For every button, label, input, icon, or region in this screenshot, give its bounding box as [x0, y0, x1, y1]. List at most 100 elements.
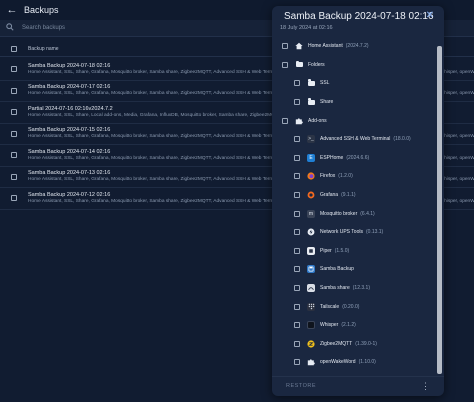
item-version: (0.13.1): [365, 229, 384, 236]
tree-item-home-assistant[interactable]: Home Assistant (2024.7.2): [282, 37, 434, 56]
tree-item-firefox[interactable]: Firefox (1.2.0): [282, 167, 434, 186]
row-checkbox[interactable]: [11, 130, 17, 137]
arrow-left-icon[interactable]: ←: [0, 4, 24, 16]
backup-details-dialog: Samba Backup 2024-07-18 02:16 ✕ 18 July …: [272, 6, 444, 396]
item-checkbox[interactable]: [294, 80, 300, 87]
item-name: Samba share: [320, 285, 350, 292]
item-name: Mosquitto broker: [320, 210, 358, 217]
item-version: (2024.6.6): [346, 154, 370, 161]
item-version: (18.0.0): [393, 136, 411, 143]
tree-item-samba-share[interactable]: Samba share (12.3.1): [282, 279, 434, 298]
item-checkbox[interactable]: [294, 359, 300, 366]
dialog-footer: RESTORE ⋮: [272, 376, 444, 396]
row-checkbox[interactable]: [11, 109, 17, 116]
dialog-scrollbar[interactable]: [437, 46, 442, 374]
item-name: Folders: [308, 61, 325, 68]
item-checkbox[interactable]: [294, 99, 300, 106]
tree-item-piper[interactable]: Piper (1.5.0): [282, 242, 434, 261]
tailscale-icon: [307, 302, 315, 311]
row-checkbox[interactable]: [11, 66, 17, 73]
search-icon: [6, 23, 16, 33]
item-version: (1.2.0): [338, 173, 353, 180]
item-checkbox[interactable]: [294, 322, 300, 329]
tree-item-grafana[interactable]: Grafana (9.1.1): [282, 186, 434, 205]
item-version: (2024.7.2): [345, 43, 369, 50]
item-checkbox[interactable]: [294, 136, 300, 143]
item-name: Grafana: [320, 192, 339, 199]
item-name: Samba Backup: [320, 266, 354, 273]
page-title: Backups: [24, 5, 59, 15]
item-checkbox[interactable]: [294, 340, 300, 347]
item-checkbox[interactable]: [282, 117, 288, 124]
item-checkbox[interactable]: [282, 61, 288, 68]
item-name: openWakeWord: [320, 359, 356, 366]
item-name: Home Assistant: [308, 43, 343, 50]
item-name: Add-ons: [308, 117, 327, 124]
folder-icon: [307, 79, 315, 87]
samba-share-icon: [307, 284, 315, 293]
item-checkbox[interactable]: [294, 192, 300, 199]
item-checkbox[interactable]: [294, 247, 300, 254]
item-name: Advanced SSH & Web Terminal: [320, 136, 391, 143]
search-input[interactable]: Search backups: [22, 25, 65, 31]
tree-item-add-ons[interactable]: Add-ons: [282, 111, 434, 130]
row-checkbox[interactable]: [11, 173, 17, 180]
tree-item-folders[interactable]: Folders: [282, 56, 434, 75]
tree-item-tailscale[interactable]: Tailscale (0.20.0): [282, 297, 434, 316]
tree-item-esphome[interactable]: E ESPHome (2024.6.6): [282, 149, 434, 168]
dialog-title: Samba Backup 2024-07-18 02:16: [284, 11, 434, 22]
row-checkbox[interactable]: [11, 87, 17, 94]
item-name: SSL: [320, 80, 330, 87]
item-name: Zigbee2MQTT: [320, 340, 353, 347]
tree-item-nut[interactable]: Network UPS Tools (0.13.1): [282, 223, 434, 242]
item-version: (1.10.0): [358, 359, 376, 366]
row-checkbox[interactable]: [11, 195, 17, 202]
row-checkbox[interactable]: [11, 152, 17, 159]
tree-item-zigbee2mqtt[interactable]: Zigbee2MQTT (1.39.0-1): [282, 335, 434, 354]
close-icon[interactable]: ✕: [426, 10, 434, 21]
samba-backup-icon: [307, 265, 315, 274]
item-name: Piper: [320, 247, 332, 254]
tree-item-ssl[interactable]: SSL: [282, 74, 434, 93]
item-name: Share: [320, 99, 334, 106]
item-name: Firefox: [320, 173, 336, 180]
more-vertical-icon[interactable]: ⋮: [421, 381, 430, 392]
column-header-backup-name[interactable]: Backup name: [28, 46, 59, 52]
terminal-icon: >_: [307, 135, 315, 144]
item-version: (1.39.0-1): [355, 340, 377, 347]
item-name: Tailscale: [320, 303, 340, 310]
item-checkbox[interactable]: [282, 43, 288, 50]
tree-item-samba-backup[interactable]: Samba Backup: [282, 260, 434, 279]
puzzle-icon: [295, 117, 303, 125]
item-version: (0.20.0): [342, 303, 360, 310]
whisper-icon: [307, 321, 315, 330]
item-checkbox[interactable]: [294, 229, 300, 236]
item-name: Network UPS Tools: [320, 229, 363, 236]
esphome-icon: E: [307, 153, 315, 162]
tree-item-share[interactable]: Share: [282, 93, 434, 112]
item-checkbox[interactable]: [294, 154, 300, 161]
firefox-icon: [307, 172, 315, 181]
item-name: Whisper: [320, 322, 339, 329]
item-checkbox[interactable]: [294, 303, 300, 310]
zigbee2mqtt-icon: [307, 340, 315, 348]
ups-icon: [307, 228, 315, 236]
item-version: (1.5.0): [334, 247, 350, 254]
restore-button[interactable]: RESTORE: [286, 383, 316, 389]
item-checkbox[interactable]: [294, 285, 300, 292]
backup-date: 18 July 2024 at 02:16: [280, 25, 333, 31]
item-checkbox[interactable]: [294, 173, 300, 180]
tree-item-mosquitto[interactable]: m Mosquitto broker (6.4.1): [282, 204, 434, 223]
item-version: (6.4.1): [360, 210, 375, 217]
tree-item-openwakeword[interactable]: openWakeWord (1.10.0): [282, 353, 434, 372]
item-checkbox[interactable]: [294, 266, 300, 273]
select-all-checkbox[interactable]: [11, 45, 17, 52]
folder-icon: [307, 98, 315, 106]
item-checkbox[interactable]: [294, 210, 300, 217]
piper-icon: [307, 246, 315, 255]
grafana-icon: [307, 191, 315, 199]
item-name: ESPHome: [320, 154, 344, 161]
item-version: (9.1.1): [341, 192, 356, 199]
tree-item-advanced-ssh[interactable]: >_ Advanced SSH & Web Terminal (18.0.0): [282, 130, 434, 149]
tree-item-whisper[interactable]: Whisper (2.1.2): [282, 316, 434, 335]
